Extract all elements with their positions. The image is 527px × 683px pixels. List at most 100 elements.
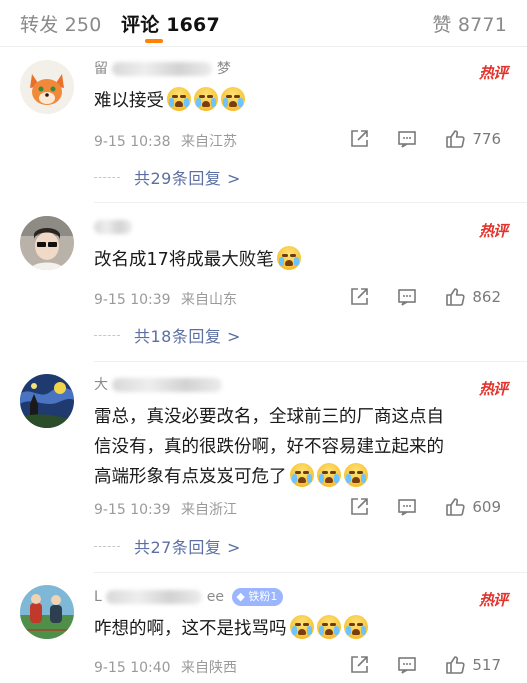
thumbs-up-icon [446,656,465,674]
hot-comment-badge: 热评 [478,591,508,609]
tab-like[interactable]: 赞 8771 [432,10,507,37]
avatar[interactable] [20,216,74,270]
comment-icon [398,131,417,148]
comment-text-content: 难以接受 [94,91,164,111]
share-button[interactable] [348,496,370,518]
comment-location: 来自江苏 [181,134,238,150]
reply-button[interactable] [396,286,418,308]
view-replies-link[interactable]: 共18条回复 > [134,323,241,347]
laugh-cry-emoji [316,615,341,639]
thumbs-up-icon [446,130,465,148]
blurred-username [112,378,223,392]
comment-text-line: 雷总，真没必要改名，全球前三的厂商这点自 [94,407,444,427]
avatar[interactable] [20,585,74,639]
blurred-username [106,590,203,604]
comment-location: 来自浙江 [181,502,238,518]
username-fragment: L [94,589,102,605]
cry-emoji [194,87,218,111]
comment-meta: 9-15 10:38 来自江苏 [94,131,237,151]
username[interactable] [94,216,132,238]
hot-comment-badge: 热评 [478,222,508,240]
like-button[interactable]: 776 [444,128,501,150]
share-icon [351,498,369,515]
like-count: 862 [472,288,501,306]
like-button[interactable]: 862 [444,286,501,308]
comment-location: 来自山东 [181,292,238,308]
comment-actions: 862 [322,285,501,309]
laugh-cry-emoji [276,246,301,270]
comment-separator [94,572,527,573]
cry-emoji [316,463,341,487]
blurred-username [94,220,132,234]
tabs-divider [0,46,527,47]
dash-divider [94,334,120,336]
comment-tabs: 转发 250 评论 1667 赞 8771 [0,0,527,46]
blurred-username [112,62,213,76]
reply-button[interactable] [396,496,418,518]
comment-meta: 9-15 10:39 来自山东 [94,289,237,309]
share-button[interactable] [348,286,370,308]
dash-divider [94,176,120,178]
comment-time: 9-15 10:40 [94,660,171,676]
comment-icon [398,657,417,674]
comment-text: 咋想的啊，这不是找骂吗 [94,614,506,644]
comment-text-content: 改名成17将成最大败笔 [94,250,274,270]
username-fragment: 大 [94,377,108,393]
avatar[interactable] [20,374,74,428]
share-button[interactable] [348,128,370,150]
comment-text-content: 咋想的啊，这不是找骂吗 [94,619,287,639]
hot-comment-badge: 热评 [478,380,508,398]
username-fragment: 留 [94,61,108,77]
reply-button[interactable] [396,128,418,150]
like-button[interactable]: 517 [444,654,501,676]
comment-text-line: 高端形象有点岌岌可危了 [94,467,287,487]
username[interactable]: L ee ◆ 铁粉1 [94,586,284,608]
share-button[interactable] [348,654,370,676]
comment-text-line: 信没有，真的很跌份啊，好不容易建立起来的 [94,437,444,457]
comment-icon [398,499,417,516]
comment-text-line-last: 高端形象有点岌岌可危了 [94,462,506,492]
comment-time: 9-15 10:38 [94,134,171,150]
comment-location: 来自陕西 [181,660,238,676]
comment-separator [94,202,527,203]
comment-actions: 517 [322,653,501,677]
thumbs-up-icon [446,288,465,306]
comment-actions: 776 [322,127,501,151]
comment-actions: 609 [322,495,501,519]
cry-emoji [289,463,314,487]
like-count: 609 [472,498,501,516]
thumbs-up-icon [446,498,465,516]
share-icon [351,288,369,305]
replies-row: 共27条回复 > [94,529,506,563]
avatar[interactable] [20,60,74,114]
username-fragment: ee [206,589,224,605]
reply-button[interactable] [396,654,418,676]
comment-time: 9-15 10:39 [94,502,171,518]
comment-meta: 9-15 10:40 来自陕西 [94,657,237,677]
share-icon [351,656,369,673]
comment-separator [94,361,527,362]
tab-repost[interactable]: 转发 250 [20,10,102,37]
laugh-cry-emoji [343,615,368,639]
replies-row: 共29条回复 > [94,160,506,194]
comment-text: 雷总，真没必要改名，全球前三的厂商这点自 信没有，真的很跌份啊，好不容易建立起来… [94,402,506,492]
view-replies-link[interactable]: 共27条回复 > [134,534,241,558]
cry-emoji [221,87,245,111]
hot-comment-badge: 热评 [478,64,508,82]
comment-meta: 9-15 10:39 来自浙江 [94,499,237,519]
cry-emoji [167,87,191,111]
fan-badge: ◆ 铁粉1 [232,588,284,606]
cry-emoji [343,463,368,487]
active-tab-indicator [145,39,163,43]
username[interactable]: 留 梦 [94,58,231,80]
username[interactable]: 大 [94,374,223,396]
dash-divider [94,545,120,547]
comment-text: 难以接受 [94,86,506,116]
tab-comment[interactable]: 评论 1667 [121,10,220,37]
like-count: 776 [472,130,501,148]
replies-row: 共18条回复 > [94,318,506,352]
like-button[interactable]: 609 [444,496,501,518]
laugh-cry-emoji [289,615,314,639]
comment-icon [398,289,417,306]
view-replies-link[interactable]: 共29条回复 > [134,165,241,189]
